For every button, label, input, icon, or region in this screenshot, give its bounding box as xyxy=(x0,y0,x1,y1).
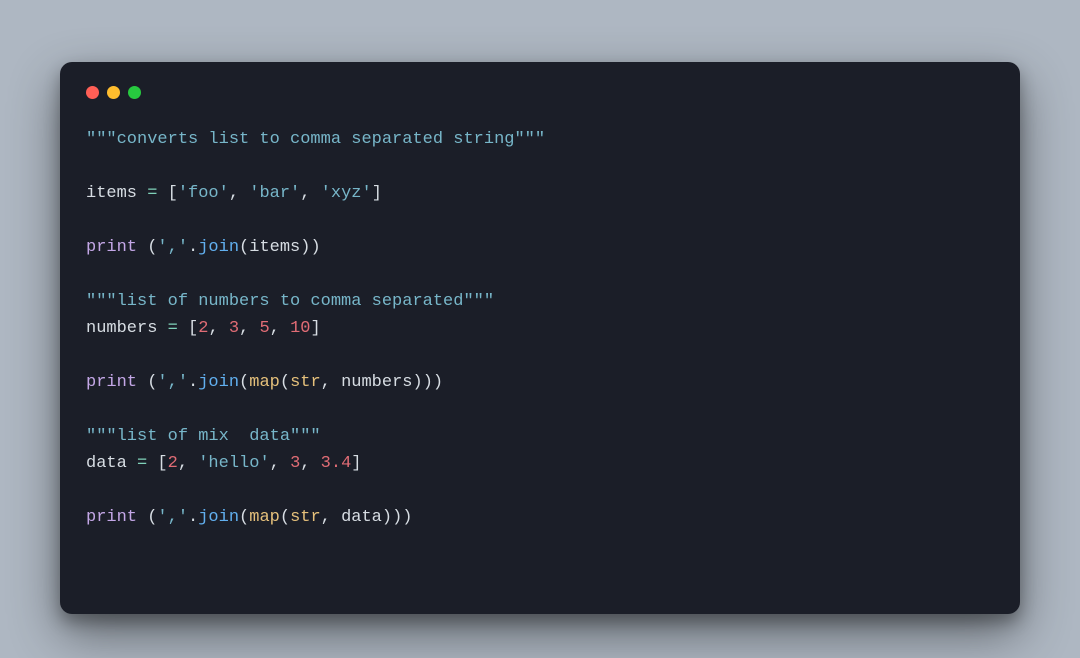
str-foo: 'foo' xyxy=(178,184,229,203)
paren-open: ( xyxy=(147,238,157,257)
str-comma: ',' xyxy=(157,373,188,392)
paren-open: ( xyxy=(280,508,290,527)
op-assign: = xyxy=(157,319,188,338)
var-items-ref: items xyxy=(249,238,300,257)
comma: , xyxy=(270,319,290,338)
attr-join: join xyxy=(198,373,239,392)
comma: , xyxy=(270,454,290,473)
var-items: items xyxy=(86,184,137,203)
paren-close: ) xyxy=(392,508,402,527)
num-3: 3 xyxy=(290,454,300,473)
op-assign: = xyxy=(127,454,158,473)
comma: , xyxy=(208,319,228,338)
builtin-str: str xyxy=(290,373,321,392)
bracket-close: ] xyxy=(372,184,382,203)
op-assign: = xyxy=(137,184,168,203)
minimize-icon[interactable] xyxy=(107,86,120,99)
attr-join: join xyxy=(198,508,239,527)
comma: , xyxy=(300,454,320,473)
paren-close: ) xyxy=(310,238,320,257)
num-3: 3 xyxy=(229,319,239,338)
zoom-icon[interactable] xyxy=(128,86,141,99)
comma: , xyxy=(321,508,341,527)
num-2: 2 xyxy=(198,319,208,338)
window-titlebar xyxy=(86,84,994,100)
code-block: """converts list to comma separated stri… xyxy=(86,126,994,531)
space xyxy=(137,238,147,257)
str-comma: ',' xyxy=(157,508,188,527)
paren-close: ) xyxy=(402,508,412,527)
bracket-close: ] xyxy=(310,319,320,338)
paren-open: ( xyxy=(280,373,290,392)
fn-print: print xyxy=(86,508,137,527)
paren-open: ( xyxy=(239,373,249,392)
bracket-open: [ xyxy=(157,454,167,473)
num-5: 5 xyxy=(259,319,269,338)
bracket-open: [ xyxy=(168,184,178,203)
comma: , xyxy=(239,319,259,338)
space xyxy=(137,508,147,527)
paren-open: ( xyxy=(147,373,157,392)
paren-open: ( xyxy=(239,238,249,257)
docstring-1: """converts list to comma separated stri… xyxy=(86,130,545,149)
code-window: """converts list to comma separated stri… xyxy=(60,62,1020,614)
comma: , xyxy=(178,454,198,473)
dot: . xyxy=(188,508,198,527)
dot: . xyxy=(188,238,198,257)
paren-close: ) xyxy=(382,508,392,527)
attr-join: join xyxy=(198,238,239,257)
comma: , xyxy=(300,184,320,203)
comma: , xyxy=(321,373,341,392)
docstring-2: """list of numbers to comma separated""" xyxy=(86,292,494,311)
str-xyz: 'xyz' xyxy=(321,184,372,203)
num-3-4: 3.4 xyxy=(321,454,352,473)
bracket-close: ] xyxy=(351,454,361,473)
space xyxy=(137,373,147,392)
builtin-str: str xyxy=(290,508,321,527)
fn-print: print xyxy=(86,238,137,257)
var-data: data xyxy=(86,454,127,473)
var-numbers-ref: numbers xyxy=(341,373,412,392)
var-data-ref: data xyxy=(341,508,382,527)
var-numbers: numbers xyxy=(86,319,157,338)
paren-close: ) xyxy=(300,238,310,257)
paren-close: ) xyxy=(413,373,423,392)
paren-close: ) xyxy=(423,373,433,392)
str-bar: 'bar' xyxy=(249,184,300,203)
paren-open: ( xyxy=(239,508,249,527)
str-comma: ',' xyxy=(157,238,188,257)
fn-print: print xyxy=(86,373,137,392)
str-hello: 'hello' xyxy=(198,454,269,473)
num-2: 2 xyxy=(168,454,178,473)
paren-close: ) xyxy=(433,373,443,392)
num-10: 10 xyxy=(290,319,310,338)
builtin-map: map xyxy=(249,508,280,527)
docstring-3: """list of mix data""" xyxy=(86,427,321,446)
bracket-open: [ xyxy=(188,319,198,338)
builtin-map: map xyxy=(249,373,280,392)
paren-open: ( xyxy=(147,508,157,527)
dot: . xyxy=(188,373,198,392)
close-icon[interactable] xyxy=(86,86,99,99)
comma: , xyxy=(229,184,249,203)
